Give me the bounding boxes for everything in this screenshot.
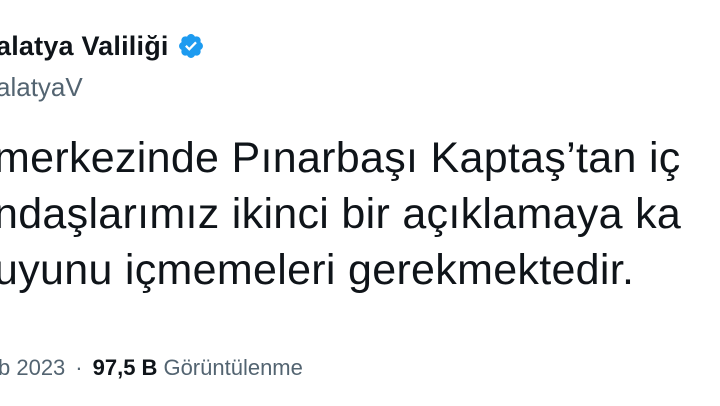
tweet-date[interactable]: b 2023 [0,355,65,381]
tweet-meta: b 2023 · 97,5 B Görüntülenme [0,353,303,383]
tweet-text-line-2: ndaşlarımız ikinci bir açıklamaya ka [0,190,682,238]
author-name-row[interactable]: alatya Valiliği [0,28,205,64]
author-handle[interactable]: alatyaV [0,72,83,103]
tweet-text: merkezinde Pınarbaşı Kaptaş’tan iç ndaşla… [0,130,681,298]
tweet-text-line-3: uyunu içmemeleri gerekmektedir. [0,246,635,294]
meta-separator: · [75,355,83,380]
tweet-text-line-1: merkezinde Pınarbaşı Kaptaş’tan iç [0,134,681,182]
handle-text: alatyaV [0,72,83,102]
views-count: 97,5 B [92,355,158,380]
tweet-card: alatya Valiliği alatyaV merkezinde Pınar… [0,0,720,406]
author-display-name[interactable]: alatya Valiliği [0,31,169,62]
verified-badge-icon [178,34,203,58]
views-label: Görüntülenme [163,355,303,380]
